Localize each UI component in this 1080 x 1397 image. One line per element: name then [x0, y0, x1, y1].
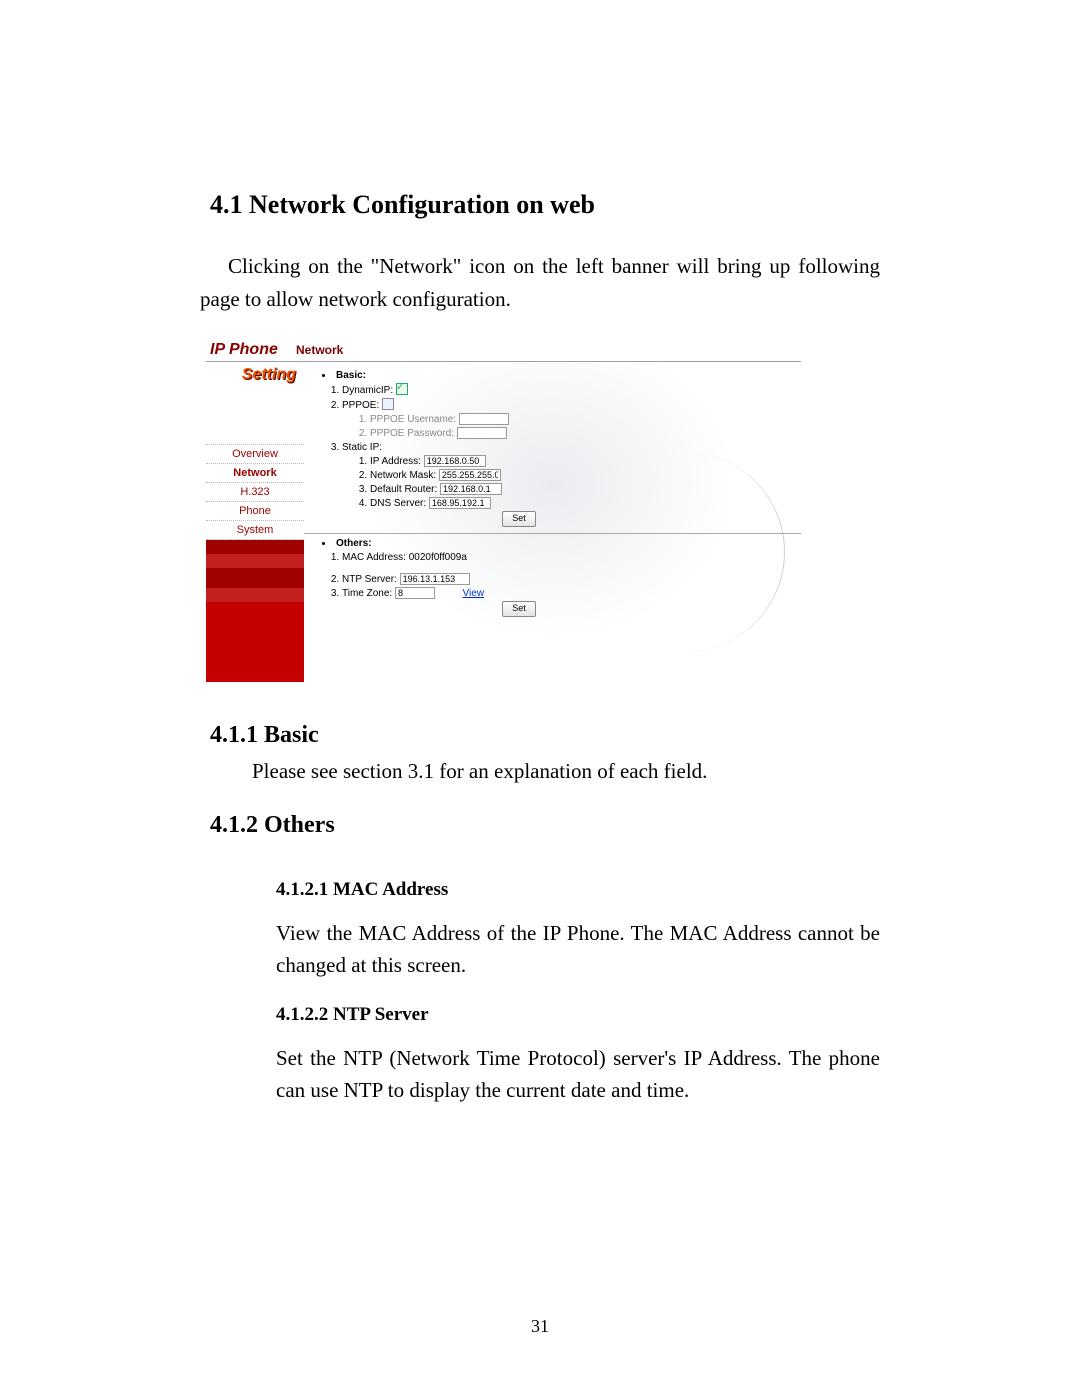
heading-4-1: 4.1 Network Configuration on web [210, 190, 880, 220]
ntp-server-input[interactable] [400, 573, 470, 585]
basic-section-label: Basic: [322, 370, 797, 381]
dns-server-input[interactable] [429, 497, 491, 509]
time-zone-view-link[interactable]: View [463, 588, 485, 599]
static-ip-label: Static IP: [342, 442, 382, 453]
ip-address-label: IP Address: [370, 456, 421, 467]
sidebar-decoration [206, 554, 304, 568]
screenshot-body: Setting Overview Network H.323 Phone Sys… [206, 362, 801, 682]
basic-set-button-row: Set [322, 511, 797, 527]
pppoe-checkbox[interactable] [382, 398, 394, 410]
ip-address-input[interactable] [424, 455, 486, 467]
sidebar-item-network[interactable]: Network [206, 463, 304, 482]
others-set-button-row: Set [322, 601, 797, 617]
page-number: 31 [0, 1316, 1080, 1337]
section-divider [304, 533, 801, 534]
time-zone-input[interactable] [395, 587, 435, 599]
pppoe-username-input[interactable] [459, 413, 509, 425]
sidebar-decoration [206, 588, 304, 602]
sidebar: Setting Overview Network H.323 Phone Sys… [206, 362, 304, 682]
mac-address-value: 0020f0ff009a [409, 552, 467, 563]
network-mask-row: Network Mask: [370, 469, 797, 483]
sidebar-decoration [206, 540, 304, 554]
heading-4-1-2-2: 4.1.2.2 NTP Server [276, 1004, 880, 1026]
time-zone-label: Time Zone: [342, 588, 392, 599]
brand-label: IP Phone [210, 341, 296, 359]
sidebar-heading: Setting [206, 362, 304, 400]
sidebar-decoration [206, 602, 304, 682]
default-router-input[interactable] [440, 483, 502, 495]
pppoe-password-input[interactable] [457, 427, 507, 439]
mac-address-label: MAC Address: [342, 552, 406, 563]
sidebar-item-h323[interactable]: H.323 [206, 482, 304, 501]
ip-address-row: IP Address: [370, 455, 797, 469]
default-router-row: Default Router: [370, 483, 797, 497]
dynamic-ip-label: DynamicIP: [342, 385, 393, 396]
pppoe-row: PPPOE: PPPOE Username: PPPOE Password: [342, 398, 797, 441]
time-zone-row: Time Zone: View [342, 587, 797, 601]
default-router-label: Default Router: [370, 484, 437, 495]
pppoe-password-row: PPPOE Password: [370, 427, 797, 441]
text-4-1-1: Please see section 3.1 for an explanatio… [252, 755, 880, 788]
sidebar-decoration [206, 568, 304, 588]
text-4-1-2-2: Set the NTP (Network Time Protocol) serv… [276, 1042, 880, 1107]
others-section-label: Others: [322, 538, 797, 549]
screenshot-header: IP Phone Network [206, 339, 801, 362]
pppoe-label: PPPOE: [342, 400, 379, 411]
static-ip-row: Static IP: IP Address: Network Mask: [342, 441, 797, 511]
basic-set-button[interactable]: Set [502, 511, 536, 527]
sidebar-item-system[interactable]: System [206, 520, 304, 539]
network-mask-input[interactable] [439, 469, 501, 481]
page-title: Network [296, 343, 343, 357]
dynamic-ip-checkbox[interactable] [396, 383, 408, 395]
others-set-button[interactable]: Set [502, 601, 536, 617]
content-panel: Basic: DynamicIP: PPPOE: PPPOE Username: [304, 362, 801, 682]
ntp-server-row: NTP Server: [342, 573, 797, 587]
sidebar-item-overview[interactable]: Overview [206, 444, 304, 463]
heading-4-1-2-1: 4.1.2.1 MAC Address [276, 879, 880, 901]
pppoe-password-label: PPPOE Password: [370, 428, 454, 439]
pppoe-username-label: PPPOE Username: [370, 414, 456, 425]
ntp-server-label: NTP Server: [342, 574, 397, 585]
network-config-screenshot: IP Phone Network Setting Overview Networ… [206, 339, 801, 682]
mac-address-row: MAC Address: 0020f0ff009a [342, 551, 797, 565]
dns-server-row: DNS Server: [370, 497, 797, 511]
heading-4-1-2: 4.1.2 Others [210, 812, 880, 839]
dns-server-label: DNS Server: [370, 498, 426, 509]
heading-4-1-1: 4.1.1 Basic [210, 722, 880, 749]
network-mask-label: Network Mask: [370, 470, 436, 481]
dynamic-ip-row: DynamicIP: [342, 383, 797, 398]
pppoe-username-row: PPPOE Username: [370, 413, 797, 427]
text-4-1-2-1: View the MAC Address of the IP Phone. Th… [276, 917, 880, 982]
intro-paragraph: Clicking on the "Network" icon on the le… [200, 250, 880, 315]
sidebar-item-phone[interactable]: Phone [206, 501, 304, 520]
